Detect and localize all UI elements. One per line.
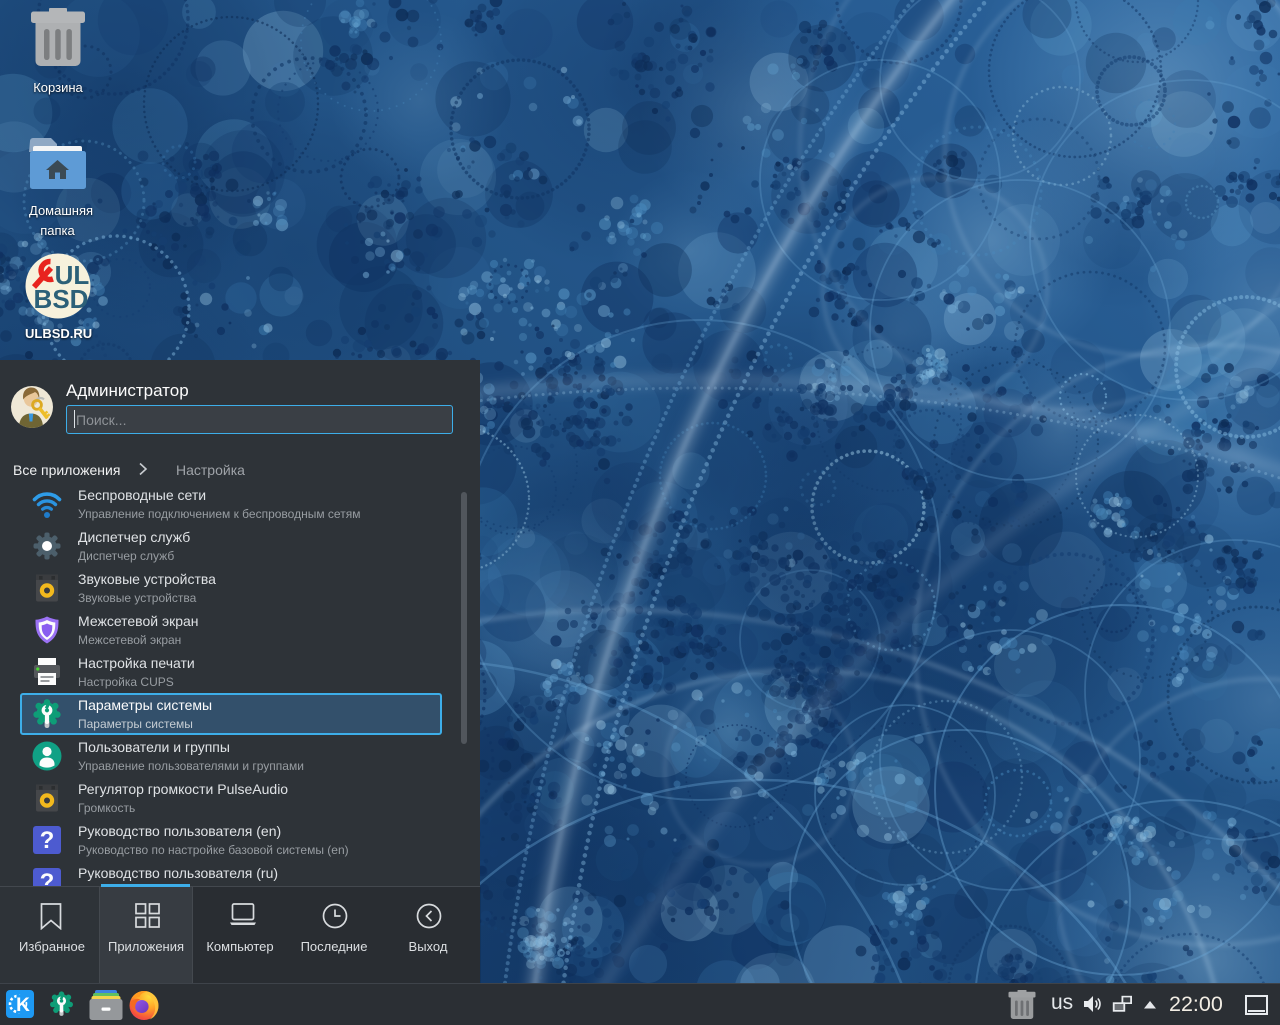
svg-text:?: ? xyxy=(40,869,55,886)
svg-text:?: ? xyxy=(40,827,55,854)
svg-text:BSD: BSD xyxy=(34,284,89,314)
svg-text:K: K xyxy=(16,995,30,1016)
